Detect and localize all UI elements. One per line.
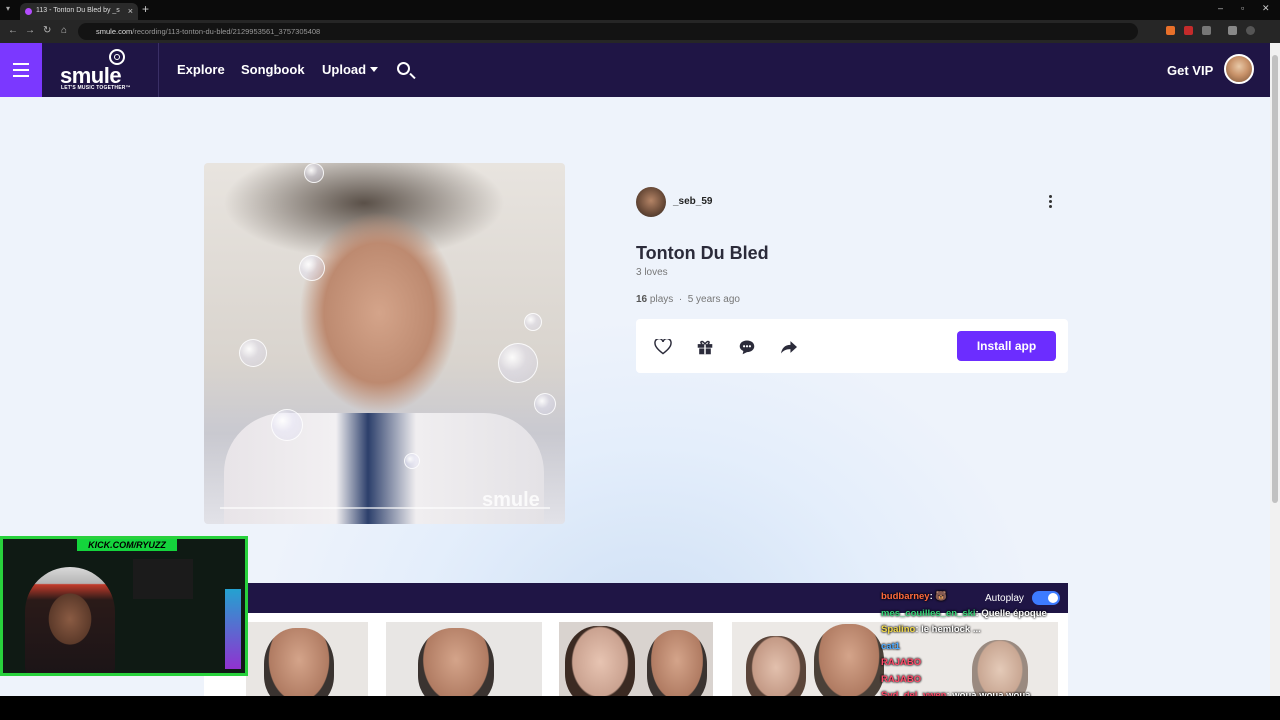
user-avatar[interactable]	[1224, 54, 1254, 84]
chat-username: RAJABO	[881, 657, 922, 668]
tab-search-icon[interactable]: ▾	[6, 4, 10, 13]
nav-explore[interactable]: Explore	[177, 62, 225, 77]
install-app-button[interactable]: Install app	[957, 331, 1056, 361]
bottom-bar	[0, 696, 1280, 720]
search-icon[interactable]	[397, 62, 410, 75]
nav-upload[interactable]: Upload	[322, 62, 366, 77]
maximize-icon[interactable]: ▫	[1241, 3, 1244, 13]
minimize-icon[interactable]: –	[1218, 3, 1223, 13]
url-path: /recording/113-tonton-du-bled/2129953561…	[132, 27, 321, 36]
page-scrollbar[interactable]	[1270, 43, 1280, 696]
loves-count[interactable]: 3 loves	[636, 267, 668, 278]
recommendation-thumbnail[interactable]	[559, 622, 713, 696]
plays-count: 16	[636, 294, 648, 305]
logo-tagline: LET'S MUSIC TOGETHER™	[61, 85, 131, 91]
chat-message: Spalino: le hemlock ...	[881, 622, 1151, 639]
recommendation-thumbnail[interactable]	[246, 622, 368, 696]
chat-message: budbarney: 🐻	[881, 589, 1151, 606]
url-domain: smule.com	[96, 27, 133, 36]
playback-progress-bar[interactable]	[220, 507, 550, 509]
chat-text: : 🐻	[929, 591, 948, 602]
url-field[interactable]: smule.com/recording/113-tonton-du-bled/2…	[78, 23, 1138, 40]
heart-icon[interactable]	[654, 339, 672, 355]
close-window-icon[interactable]: ✕	[1262, 3, 1270, 14]
extension-icon[interactable]	[1184, 26, 1193, 35]
gift-icon[interactable]	[696, 339, 714, 355]
chat-username: mes_couilles_en_ski	[881, 607, 976, 619]
extension-icon[interactable]	[1166, 26, 1175, 35]
chat-text: : Quelle époque	[975, 607, 1047, 619]
chat-message: RAJABO	[881, 672, 1151, 689]
recording-age: 5 years ago	[687, 294, 740, 305]
song-title: Tonton Du Bled	[636, 243, 769, 263]
uploader-avatar[interactable]	[636, 187, 666, 217]
comment-icon[interactable]	[738, 339, 756, 355]
browser-tab[interactable]: 113 - Tonton Du Bled by _s ×	[20, 3, 138, 20]
back-icon[interactable]: ←	[8, 25, 18, 36]
tab-close-icon[interactable]: ×	[128, 6, 133, 16]
new-tab-button[interactable]: +	[142, 2, 149, 16]
recording-meta: 16 plays · 5 years ago	[636, 294, 740, 305]
get-vip-link[interactable]: Get VIP	[1167, 63, 1213, 78]
puzzle-icon[interactable]	[1202, 26, 1211, 35]
streamer-figure	[25, 567, 115, 673]
chat-username: cat1	[881, 640, 901, 652]
chat-username: RAJABO	[881, 673, 922, 685]
uploader-name[interactable]: _seb_59	[673, 196, 712, 207]
chat-message: RAJABO	[881, 655, 1151, 672]
chat-text: : le hemlock ...	[915, 624, 981, 635]
smule-logo[interactable]: smule LET'S MUSIC TOGETHER™	[58, 49, 140, 93]
media-icon[interactable]	[1228, 26, 1237, 35]
pirate-flag	[133, 559, 193, 599]
chevron-down-icon[interactable]	[370, 67, 378, 72]
chat-message: cat1	[881, 639, 1151, 656]
more-options-icon[interactable]	[1049, 195, 1053, 211]
reload-icon[interactable]: ↻	[43, 25, 51, 36]
address-bar-row: ← → ↻ ⌂ smule.com/recording/113-tonton-d…	[0, 20, 1280, 43]
chat-message: mes_couilles_en_ski: Quelle époque	[881, 606, 1151, 623]
profile-icon[interactable]	[1246, 26, 1255, 35]
tab-title: 113 - Tonton Du Bled by _s	[36, 7, 120, 14]
browser-tab-strip: ▾ 113 - Tonton Du Bled by _s × + – ▫ ✕	[0, 0, 1280, 20]
streamer-webcam-overlay: KICK.COM/RYUZZ	[0, 536, 248, 676]
recording-video-player[interactable]: smule	[204, 163, 565, 524]
plays-label: plays	[649, 294, 674, 305]
nav-songbook[interactable]: Songbook	[241, 62, 305, 77]
forward-icon[interactable]: →	[25, 25, 35, 36]
chat-username: budbarney	[881, 591, 930, 602]
menu-hamburger-icon[interactable]	[0, 43, 42, 97]
smule-favicon-icon	[25, 8, 32, 15]
share-icon[interactable]	[780, 339, 798, 355]
home-icon[interactable]: ⌂	[61, 25, 67, 36]
recommendation-thumbnail[interactable]	[386, 622, 542, 696]
neon-light	[225, 589, 241, 669]
chat-username: Spalino	[881, 624, 916, 635]
stream-chat-overlay: budbarney: 🐻 mes_couilles_en_ski: Quelle …	[881, 589, 1151, 705]
action-bar: Install app	[636, 319, 1068, 373]
kick-channel-label: KICK.COM/RYUZZ	[77, 539, 177, 551]
top-navbar: smule LET'S MUSIC TOGETHER™ Explore Song…	[0, 43, 1270, 97]
